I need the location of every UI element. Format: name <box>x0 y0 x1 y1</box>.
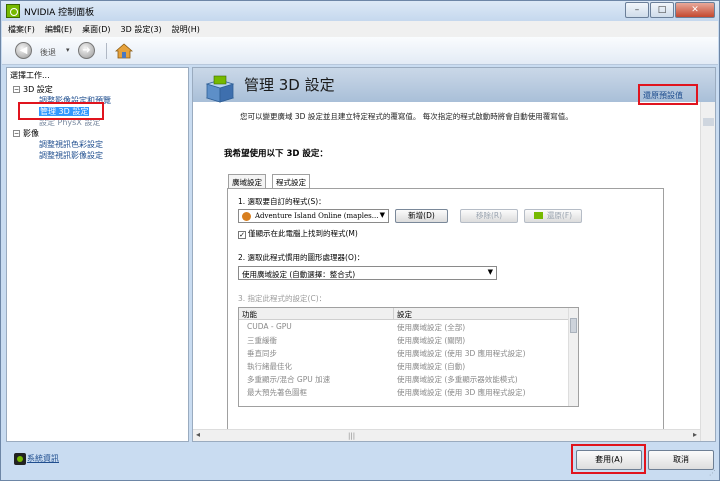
3d-settings-icon <box>205 75 235 103</box>
tree-item-video-color[interactable]: 調整視訊色彩設定 <box>13 139 111 150</box>
remove-program-button[interactable]: 移除(R) <box>460 209 518 223</box>
only-show-found-programs[interactable]: ✓ 僅顯示在此電腦上找到的程式(M) <box>238 228 358 239</box>
tree-node-video[interactable]: − 影像 <box>13 128 111 139</box>
tree-node-3d-settings[interactable]: −3D 設定 <box>13 84 111 95</box>
forward-arrow-icon[interactable]: ➜ <box>78 42 95 59</box>
tab-program-settings[interactable]: 程式設定 <box>272 174 310 189</box>
maximize-button[interactable]: □ <box>650 2 674 18</box>
table-row[interactable]: 垂直同步 使用廣域設定 (使用 3D 應用程式設定) <box>239 347 569 360</box>
row-setting: 使用廣域設定 (使用 3D 應用程式設定) <box>397 349 526 358</box>
only-show-found-checkbox[interactable]: ✓ <box>238 231 246 239</box>
program-select[interactable]: Adventure Island Online (maples... ▼ <box>238 209 389 223</box>
row-setting: 使用廣域設定 (自動) <box>397 362 466 371</box>
close-button[interactable]: ✕ <box>675 2 715 18</box>
vertical-scrollbar[interactable] <box>700 102 715 441</box>
cancel-button[interactable]: 取消 <box>648 450 714 470</box>
feature-settings-table: 功能 設定 CUDA - GPU 使用廣域設定 (全部) 三重緩衝 使用廣域設定 (… <box>238 307 579 407</box>
program-settings-panel: 1. 選取要自訂的程式(S)： Adventure Island Online … <box>227 188 664 441</box>
tree-item-label: 調整視訊影像設定 <box>39 151 103 160</box>
minimize-button[interactable]: – <box>625 2 649 18</box>
gpu-select[interactable]: 使用廣域設定 (自動選擇：整合式) ▼ <box>238 266 497 280</box>
row-feature: 多重顯示/混合 GPU 加速 <box>247 375 331 384</box>
chevron-down-icon: ▼ <box>487 268 493 276</box>
table-scrollbar[interactable] <box>568 308 578 406</box>
task-tree: −3D 設定 調整影像設定和預覽 管理 3D 設定 設定 PhysX 設定 − 影… <box>13 84 111 161</box>
nvidia-app-icon <box>6 4 20 18</box>
row-feature: CUDA - GPU <box>247 322 292 331</box>
add-program-button[interactable]: 新增(D) <box>395 209 448 223</box>
tab-global-settings[interactable]: 廣域設定 <box>228 174 266 188</box>
menu-file[interactable]: 檔案(F) <box>8 24 35 35</box>
row-setting: 使用廣域設定 (關閉) <box>397 336 466 345</box>
row-feature: 最大預先著色圖框 <box>247 388 307 397</box>
menu-edit[interactable]: 編輯(E) <box>45 24 72 35</box>
toolbar: ◀ 後退 ▾ ➜ <box>2 37 718 65</box>
highlight-box-selected-item <box>18 102 104 120</box>
row-feature: 垂直同步 <box>247 349 277 358</box>
tree-node-label: 3D 設定 <box>23 85 53 94</box>
table-row[interactable]: 三重緩衝 使用廣域設定 (關閉) <box>239 334 569 347</box>
restore-program-button[interactable]: 還原(F) <box>524 209 582 223</box>
scrollbar-thumb[interactable] <box>703 118 714 126</box>
tree-item-video-image[interactable]: 調整視訊影像設定 <box>13 150 111 161</box>
system-info-link[interactable]: 系統資訊 <box>11 453 59 464</box>
gpu-select-value: 使用廣域設定 (自動選擇：整合式) <box>242 270 356 279</box>
menu-desktop[interactable]: 桌面(D) <box>82 24 110 35</box>
chevron-down-icon: ▼ <box>379 211 385 219</box>
window-controls: – □ ✕ <box>624 2 715 18</box>
row-setting: 使用廣域設定 (多重顯示器效能模式) <box>397 375 518 384</box>
select-program-label: 1. 選取要自訂的程式(S)： <box>238 197 326 206</box>
nvidia-icon <box>533 212 543 219</box>
title-bar[interactable]: NVIDIA 控制面板 – □ ✕ <box>1 1 719 21</box>
menu-bar: 檔案(F) 編輯(E) 桌面(D) 3D 設定(3) 說明(H) <box>2 21 718 37</box>
history-dropdown-icon[interactable]: ▾ <box>66 46 70 54</box>
back-label[interactable]: 後退 <box>40 47 56 58</box>
nvidia-control-panel-window: NVIDIA 控制面板 – □ ✕ 檔案(F) 編輯(E) 桌面(D) 3D 設… <box>0 0 720 481</box>
scroll-left-icon[interactable]: ◂ <box>196 430 200 439</box>
only-show-found-label: 僅顯示在此電腦上找到的程式(M) <box>248 229 358 238</box>
menu-3d-settings[interactable]: 3D 設定(3) <box>121 24 162 35</box>
row-setting: 使用廣域設定 (使用 3D 應用程式設定) <box>397 388 526 397</box>
scrollbar-grip[interactable]: ||| <box>348 432 355 440</box>
scrollbar-thumb[interactable] <box>570 318 577 333</box>
row-setting: 使用廣域設定 (全部) <box>397 323 466 332</box>
program-settings-label: 3. 指定此程式的設定(C)： <box>238 294 327 303</box>
row-feature: 執行緒最佳化 <box>247 362 292 371</box>
tree-item-label: 調整視訊色彩設定 <box>39 140 103 149</box>
highlight-box-restore-defaults <box>638 84 698 105</box>
table-header: 功能 設定 <box>239 308 569 320</box>
toolbar-separator <box>106 43 107 59</box>
gpu-select-label: 2. 選取此程式慣用的圖形處理器(O)： <box>238 253 365 262</box>
page-description: 您可以變更廣域 3D 設定並且建立特定程式的覆寫值。 每次指定的程式啟動時將會自… <box>240 112 573 121</box>
content-panel: 管理 3D 設定 還原預設值 您可以變更廣域 3D 設定並且建立特定程式的覆寫值… <box>192 67 716 442</box>
table-body: CUDA - GPU 使用廣域設定 (全部) 三重緩衝 使用廣域設定 (關閉) 垂直… <box>239 321 569 399</box>
horizontal-scrollbar[interactable]: ◂ ||| ▸ <box>193 429 700 441</box>
restore-program-label: 還原(F) <box>546 211 573 220</box>
collapse-icon[interactable]: − <box>13 130 20 137</box>
page-title: 管理 3D 設定 <box>244 76 335 94</box>
task-panel: 選擇工作... −3D 設定 調整影像設定和預覽 管理 3D 設定 設定 Phy… <box>6 67 189 442</box>
table-row[interactable]: 多重顯示/混合 GPU 加速 使用廣域設定 (多重顯示器效能模式) <box>239 373 569 386</box>
window-title: NVIDIA 控制面板 <box>24 8 95 18</box>
section-title: 我希望使用以下 3D 設定： <box>224 149 328 159</box>
menu-help[interactable]: 說明(H) <box>172 24 200 35</box>
table-row[interactable]: 執行緒最佳化 使用廣域設定 (自動) <box>239 360 569 373</box>
collapse-icon[interactable]: − <box>13 86 20 93</box>
column-header-feature[interactable]: 功能 <box>242 309 257 320</box>
program-select-value: Adventure Island Online (maples... <box>255 212 379 220</box>
column-header-setting[interactable]: 設定 <box>397 309 412 320</box>
back-arrow-icon[interactable]: ◀ <box>15 42 32 59</box>
task-panel-title: 選擇工作... <box>10 71 50 80</box>
program-icon <box>242 212 251 221</box>
scroll-right-icon[interactable]: ▸ <box>693 430 697 439</box>
apply-button[interactable]: 套用(A) <box>576 450 642 470</box>
column-divider[interactable] <box>393 308 394 320</box>
home-icon[interactable] <box>115 42 133 60</box>
resize-grip[interactable]: ⋰ <box>709 469 716 477</box>
table-row[interactable]: CUDA - GPU 使用廣域設定 (全部) <box>239 321 569 334</box>
tree-node-label: 影像 <box>23 129 39 138</box>
row-feature: 三重緩衝 <box>247 336 277 345</box>
table-row[interactable]: 最大預先著色圖框 使用廣域設定 (使用 3D 應用程式設定) <box>239 386 569 399</box>
